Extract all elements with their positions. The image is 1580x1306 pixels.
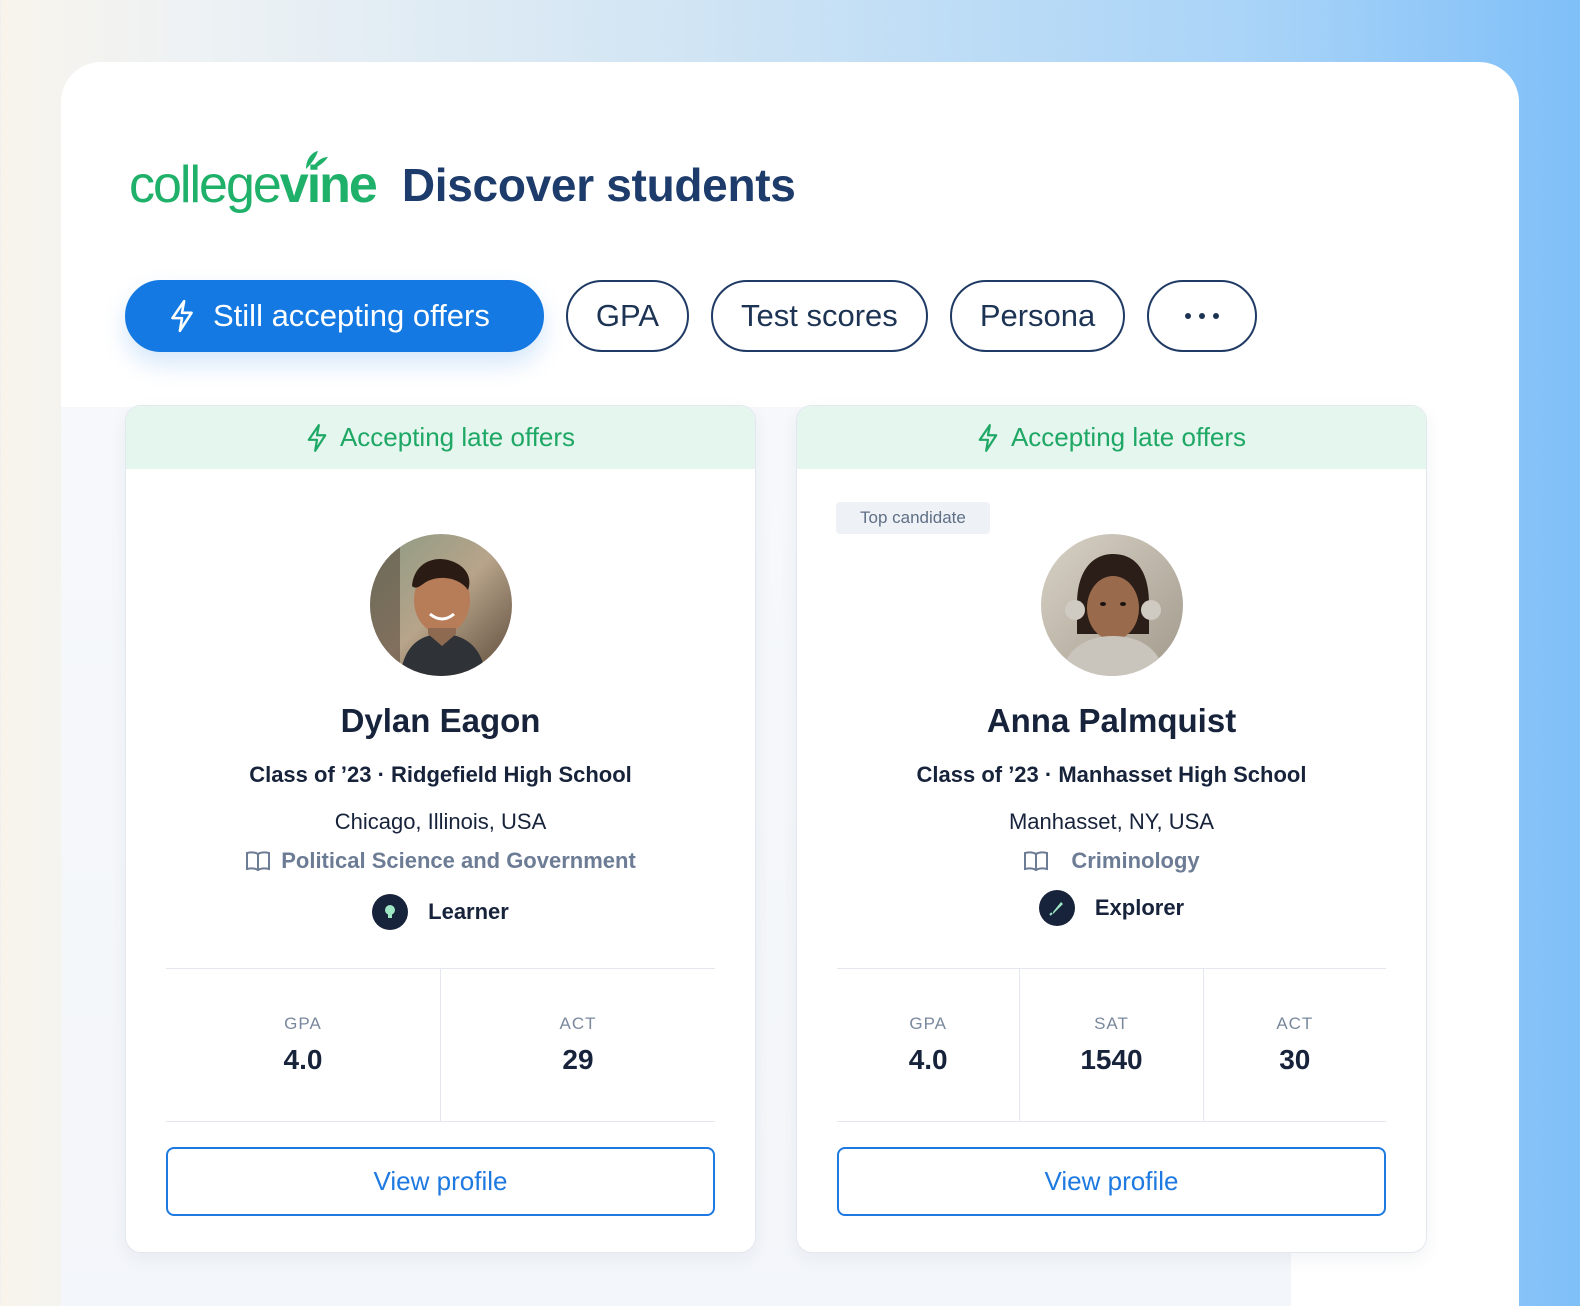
filter-bar: Still accepting offers GPA Test scores P… [125, 280, 1258, 352]
persona-label: Explorer [1094, 895, 1185, 920]
stat-label: ACT [1276, 1014, 1314, 1033]
filter-still-accepting-offers[interactable]: Still accepting offers [125, 280, 544, 352]
bolt-icon [978, 423, 998, 452]
avatar[interactable] [1040, 534, 1183, 676]
filter-persona[interactable]: Persona [949, 280, 1126, 352]
book-icon [1024, 851, 1049, 872]
persona: Explorer [797, 890, 1426, 926]
bolt-icon [171, 299, 193, 333]
stat-value: 4.0 [908, 1044, 948, 1075]
lightbulb-icon [372, 894, 409, 930]
filter-test-scores[interactable]: Test scores [711, 280, 928, 352]
banner-text: Accepting late offers [1010, 422, 1247, 452]
filter-label: Test scores [741, 298, 898, 333]
student-card: Accepting late offers Top candidate Anna… [796, 405, 1427, 1253]
bolt-icon [307, 423, 327, 452]
stat-sat: SAT 1540 [1019, 969, 1202, 1121]
intended-major: Criminology [797, 848, 1426, 874]
filter-label: Still accepting offers [213, 298, 490, 333]
stat-value: 29 [562, 1044, 594, 1075]
filter-gpa[interactable]: GPA [565, 280, 690, 352]
major-text: Political Science and Government [281, 848, 636, 873]
stat-gpa: GPA 4.0 [166, 969, 440, 1121]
main-panel: college vine Discover students Still acc… [61, 62, 1519, 1306]
stat-act: ACT 29 [440, 969, 715, 1121]
accepting-late-offers-banner: Accepting late offers [126, 406, 755, 469]
student-name[interactable]: Anna Palmquist [797, 702, 1426, 740]
school-line: Class of ’23 · Ridgefield High School [249, 762, 632, 787]
location: Chicago, Illinois, USA [334, 809, 547, 834]
banner-text: Accepting late offers [339, 422, 576, 452]
school-line: Class of ’23 · Manhasset High School [916, 762, 1307, 787]
accepting-late-offers-banner: Accepting late offers [797, 406, 1426, 469]
leaf-icon [305, 151, 328, 169]
stat-value: 4.0 [283, 1044, 323, 1075]
stat-value: 1540 [1080, 1044, 1143, 1075]
stat-label: GPA [284, 1014, 322, 1033]
logo-text-vine-wrap: vine [280, 151, 378, 211]
page-title: Discover students [401, 159, 796, 211]
persona-label: Learner [428, 899, 509, 924]
collegevine-logo[interactable]: college vine [129, 151, 378, 214]
more-filters-button[interactable] [1147, 280, 1258, 352]
student-card: Accepting late offers Dylan Eagon Class … [125, 405, 756, 1253]
major-text: Criminology [1071, 848, 1200, 873]
stat-label: GPA [909, 1014, 947, 1033]
stat-gpa: GPA 4.0 [837, 969, 1019, 1121]
filter-label: GPA [595, 298, 660, 333]
intended-major: Political Science and Government [126, 848, 755, 874]
view-profile-button[interactable]: View profile [166, 1147, 715, 1216]
view-profile-button[interactable]: View profile [837, 1147, 1386, 1216]
stats-row: GPA 4.0 ACT 29 [166, 968, 715, 1122]
location: Manhasset, NY, USA [1008, 809, 1215, 834]
stat-label: SAT [1094, 1014, 1129, 1033]
persona: Learner [126, 894, 755, 930]
more-horizontal-icon [1185, 313, 1220, 319]
student-name[interactable]: Dylan Eagon [126, 702, 755, 740]
filter-label: Persona [979, 298, 1096, 333]
top-candidate-badge: Top candidate [836, 502, 990, 534]
stat-act: ACT 30 [1202, 969, 1386, 1121]
stats-row: GPA 4.0 SAT 1540 ACT 30 [837, 968, 1386, 1122]
avatar[interactable] [369, 534, 512, 676]
book-icon [246, 851, 271, 872]
header: college vine Discover students [129, 151, 796, 214]
rocket-icon [1038, 890, 1075, 926]
stat-value: 30 [1279, 1044, 1311, 1075]
logo-text-college: college [129, 156, 282, 214]
stat-label: ACT [559, 1014, 597, 1033]
